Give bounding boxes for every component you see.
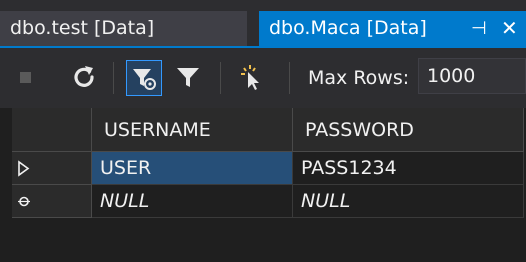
toolbar-separator <box>289 62 290 94</box>
new-row-marker-icon <box>18 196 30 207</box>
refresh-button[interactable] <box>69 62 99 92</box>
table-cell[interactable]: PASS1234 <box>293 152 524 185</box>
cursor-sparkle-icon <box>241 65 259 90</box>
cell-value: NULL <box>301 190 351 212</box>
toolbar-separator <box>113 62 114 94</box>
table-cell[interactable]: USER <box>92 152 293 185</box>
max-rows-label: Max Rows: <box>308 67 410 89</box>
table-cell[interactable]: NULL <box>92 185 293 218</box>
refresh-icon <box>74 66 94 87</box>
corner-header[interactable] <box>12 108 92 152</box>
filter-icon <box>177 68 199 87</box>
cell-value: PASS1234 <box>301 157 397 179</box>
tab-label: dbo.test [Data] <box>10 17 155 39</box>
max-rows-input[interactable]: 1000 <box>418 58 526 94</box>
cell-value: USER <box>100 157 152 179</box>
row-header[interactable] <box>12 152 92 185</box>
document-tab-strip: dbo.test [Data] dbo.Maca [Data] ⊣ ✕ <box>0 0 526 46</box>
apply-filter-button[interactable] <box>126 60 162 96</box>
filter-button[interactable] <box>173 62 203 92</box>
row-header[interactable] <box>12 185 92 218</box>
column-header-username[interactable]: USERNAME <box>92 108 293 152</box>
stop-button[interactable] <box>20 72 31 83</box>
pin-icon[interactable]: ⊣ <box>471 11 487 46</box>
tab-dbo-test[interactable]: dbo.test [Data] <box>0 11 247 46</box>
tab-label: dbo.Maca [Data] <box>269 17 427 39</box>
close-icon[interactable]: ✕ <box>501 11 518 46</box>
script-button[interactable] <box>235 62 265 92</box>
tab-dbo-maca[interactable]: dbo.Maca [Data] ⊣ ✕ <box>259 11 526 46</box>
current-row-arrow-icon <box>18 160 30 177</box>
results-grid: USERNAME PASSWORD USER PASS1234 NULL NUL… <box>0 108 526 262</box>
toolbar-separator <box>220 62 221 94</box>
cell-value: NULL <box>100 190 150 212</box>
column-header-label: USERNAME <box>104 119 211 141</box>
column-header-label: PASSWORD <box>305 119 414 141</box>
data-toolbar: Max Rows: 1000 <box>0 46 526 108</box>
column-header-password[interactable]: PASSWORD <box>293 108 524 152</box>
table-cell[interactable]: NULL <box>293 185 524 218</box>
table-data-editor: dbo.test [Data] dbo.Maca [Data] ⊣ ✕ Max … <box>0 0 526 262</box>
filter-settings-icon <box>133 69 156 90</box>
